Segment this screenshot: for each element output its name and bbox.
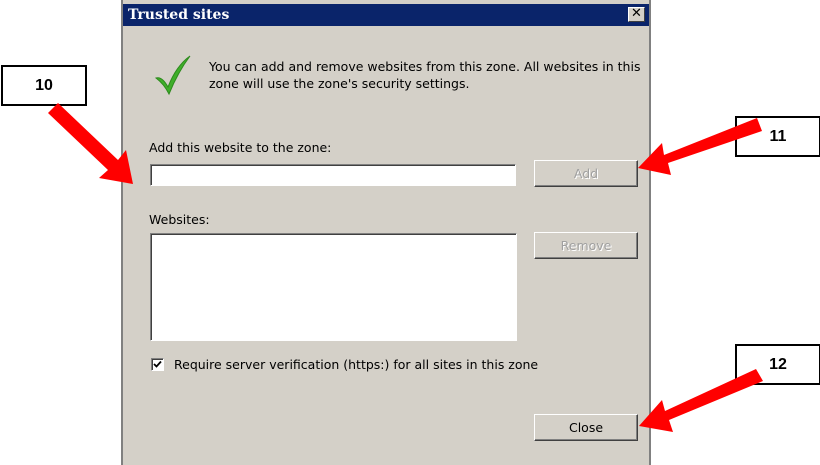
annotation-arrows [48, 103, 763, 432]
arrow-11-icon [638, 118, 762, 175]
arrow-12-icon [639, 369, 763, 432]
arrow-10-icon [48, 103, 133, 184]
